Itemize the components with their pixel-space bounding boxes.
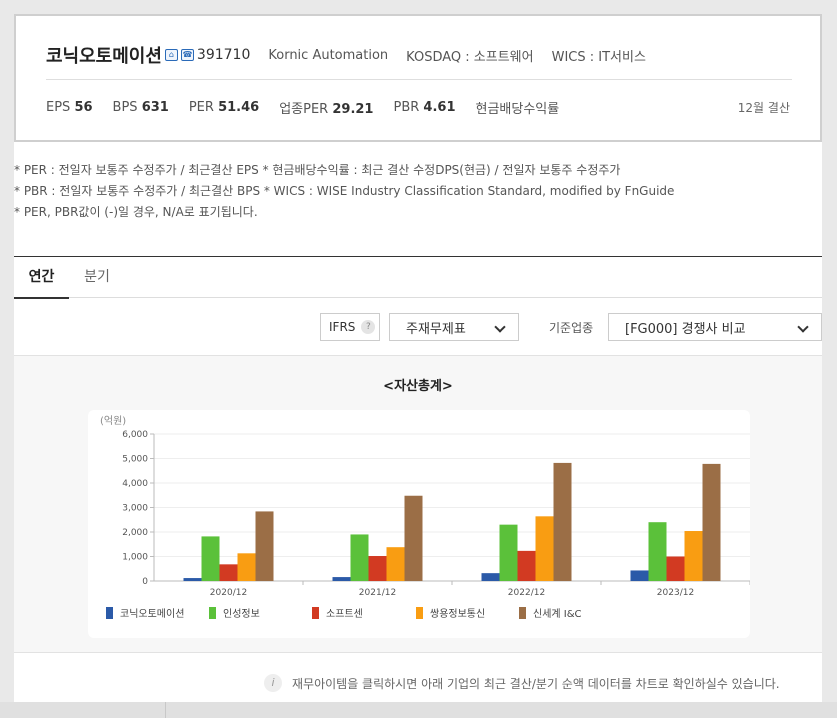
note-line: * PER, PBR값이 (-)일 경우, N/A로 표기됩니다. [14,205,258,219]
bottom-strip [0,702,837,718]
metric-value: 29.21 [332,102,374,117]
notes: * PER : 전일자 보통주 수정주가 / 최근결산 EPS * 현금배당수익… [14,160,822,223]
metric-label: PER [188,100,214,115]
bar [499,524,518,581]
english-name: Kornic Automation [268,47,389,63]
bar [237,553,256,581]
y-tick-label: 3,000 [122,504,148,514]
legend-swatch [209,607,216,619]
x-tick-label: 2020/12 [210,588,247,598]
metric-label: EPS [46,100,71,115]
bar [666,556,685,581]
metric-value: 631 [141,100,169,115]
chart-title: <자산총계> [383,379,453,394]
wics-info: WICS : IT서비스 [551,49,646,65]
note-line: * PBR : 전일자 보통주 수정주가 / 최근결산 BPS * WICS :… [14,184,675,198]
note-line: * PER : 전일자 보통주 수정주가 / 최근결산 EPS * 현금배당수익… [14,163,621,177]
info-icon: i [264,674,282,692]
metrics-row: EPS 56 BPS 631 PER 51.46 업종PER 29.21 PBR… [46,98,579,117]
y-tick-label: 2,000 [122,528,148,538]
y-tick-label: 0 [142,577,148,587]
legend-label: 신세계 I&C [533,608,582,620]
metric-label: BPS [112,100,138,115]
y-tick-label: 5,000 [122,455,148,465]
page: 코닉오토메이션 ⌂ ☎ 391710 Kornic Automation KOS… [0,0,837,718]
statement-select[interactable]: 주재무제표 [389,313,519,341]
metric-label: PBR [393,100,420,115]
metric-dividend-yield: 현금배당수익률 [476,98,560,117]
tab-quarterly[interactable]: 분기 [82,257,112,299]
tab-annual[interactable]: 연간 [14,257,69,299]
ifrs-info[interactable]: IFRS ? [320,313,380,341]
bar [630,570,649,581]
legend-swatch [519,607,526,619]
y-tick-label: 4,000 [122,479,148,489]
bar [684,531,703,581]
y-tick-label: 1,000 [122,553,148,563]
phone-icon[interactable]: ☎ [180,49,194,61]
bar [481,573,500,581]
metric-industry-per: 업종PER 29.21 [279,98,373,117]
help-icon[interactable]: ? [361,320,376,334]
y-axis-label: (억원) [100,415,126,427]
header-divider [46,79,792,80]
metric-value: 56 [74,100,93,115]
metric-bps: BPS 631 [113,100,169,115]
legend-swatch [312,607,319,619]
ifrs-label: IFRS [329,320,356,334]
legend-label: 소프트센 [326,608,363,620]
bar [386,547,405,581]
market-info: KOSDAQ : 소프트웨어 [406,49,534,65]
metric-label: 업종PER [279,102,329,117]
y-tick-label: 6,000 [122,430,148,440]
bar [183,578,202,581]
company-header: 코닉오토메이션 ⌂ ☎ 391710 Kornic Automation KOS… [14,14,822,142]
bar [535,516,554,581]
company-title-row: 코닉오토메이션 ⌂ ☎ 391710 Kornic Automation KOS… [46,42,646,68]
industry-select-value: [FG000] 경쟁사 비교 [625,321,746,337]
bar [201,536,220,581]
company-name: 코닉오토메이션 [46,46,162,67]
metric-value: 51.46 [218,100,260,115]
chart-card: (억원) 0 1,000 2,000 3,000 4,000 5,000 6,000 2020/… [88,410,751,638]
info-line: i 재무아이템을 클릭하시면 아래 기업의 최근 결산/분기 순액 데이터를 차… [264,674,780,692]
bar [255,511,274,581]
settlement-month: 12월 결산 [737,101,790,115]
info-text: 재무아이템을 클릭하시면 아래 기업의 최근 결산/분기 순액 데이터를 차트로… [292,676,780,691]
industry-select[interactable]: [FG000] 경쟁사 비교 [608,313,822,341]
legend-label: 인성정보 [223,608,260,620]
stock-code: 391710 [196,47,251,63]
industry-label: 기준업종 [549,321,594,335]
metric-pbr: PBR 4.61 [393,100,455,115]
x-tick-label: 2022/12 [508,588,545,598]
chevron-down-icon [494,321,506,333]
statement-select-value: 주재무제표 [406,321,466,337]
bar [517,550,536,581]
bar [702,463,721,581]
legend-swatch [416,607,423,619]
metric-label: 현금배당수익률 [475,102,560,117]
bar [404,495,423,581]
asset-total-chart: (억원) 0 1,000 2,000 3,000 4,000 5,000 6,000 2020/… [100,415,751,620]
bar [648,522,667,581]
metric-per: PER 51.46 [189,100,259,115]
legend-label: 쌍용정보통신 [430,608,485,620]
bar [368,556,387,581]
metric-eps: EPS 56 [46,100,93,115]
chevron-down-icon [797,321,809,333]
bar [350,534,369,581]
x-tick-label: 2021/12 [359,588,396,598]
home-icon[interactable]: ⌂ [164,49,178,61]
bottom-divider [165,702,166,718]
bar [332,577,351,581]
bar [553,462,572,581]
period-tabs: 연간 분기 [14,256,822,299]
bar [219,564,238,581]
metric-value: 4.61 [423,100,456,115]
legend-swatch [106,607,113,619]
legend-label: 코닉오토메이션 [120,608,184,620]
x-tick-label: 2023/12 [657,588,694,598]
chart-panel: <자산총계> (억원) 0 1,000 2,000 3,000 4,000 5,000 6,0… [14,355,822,653]
